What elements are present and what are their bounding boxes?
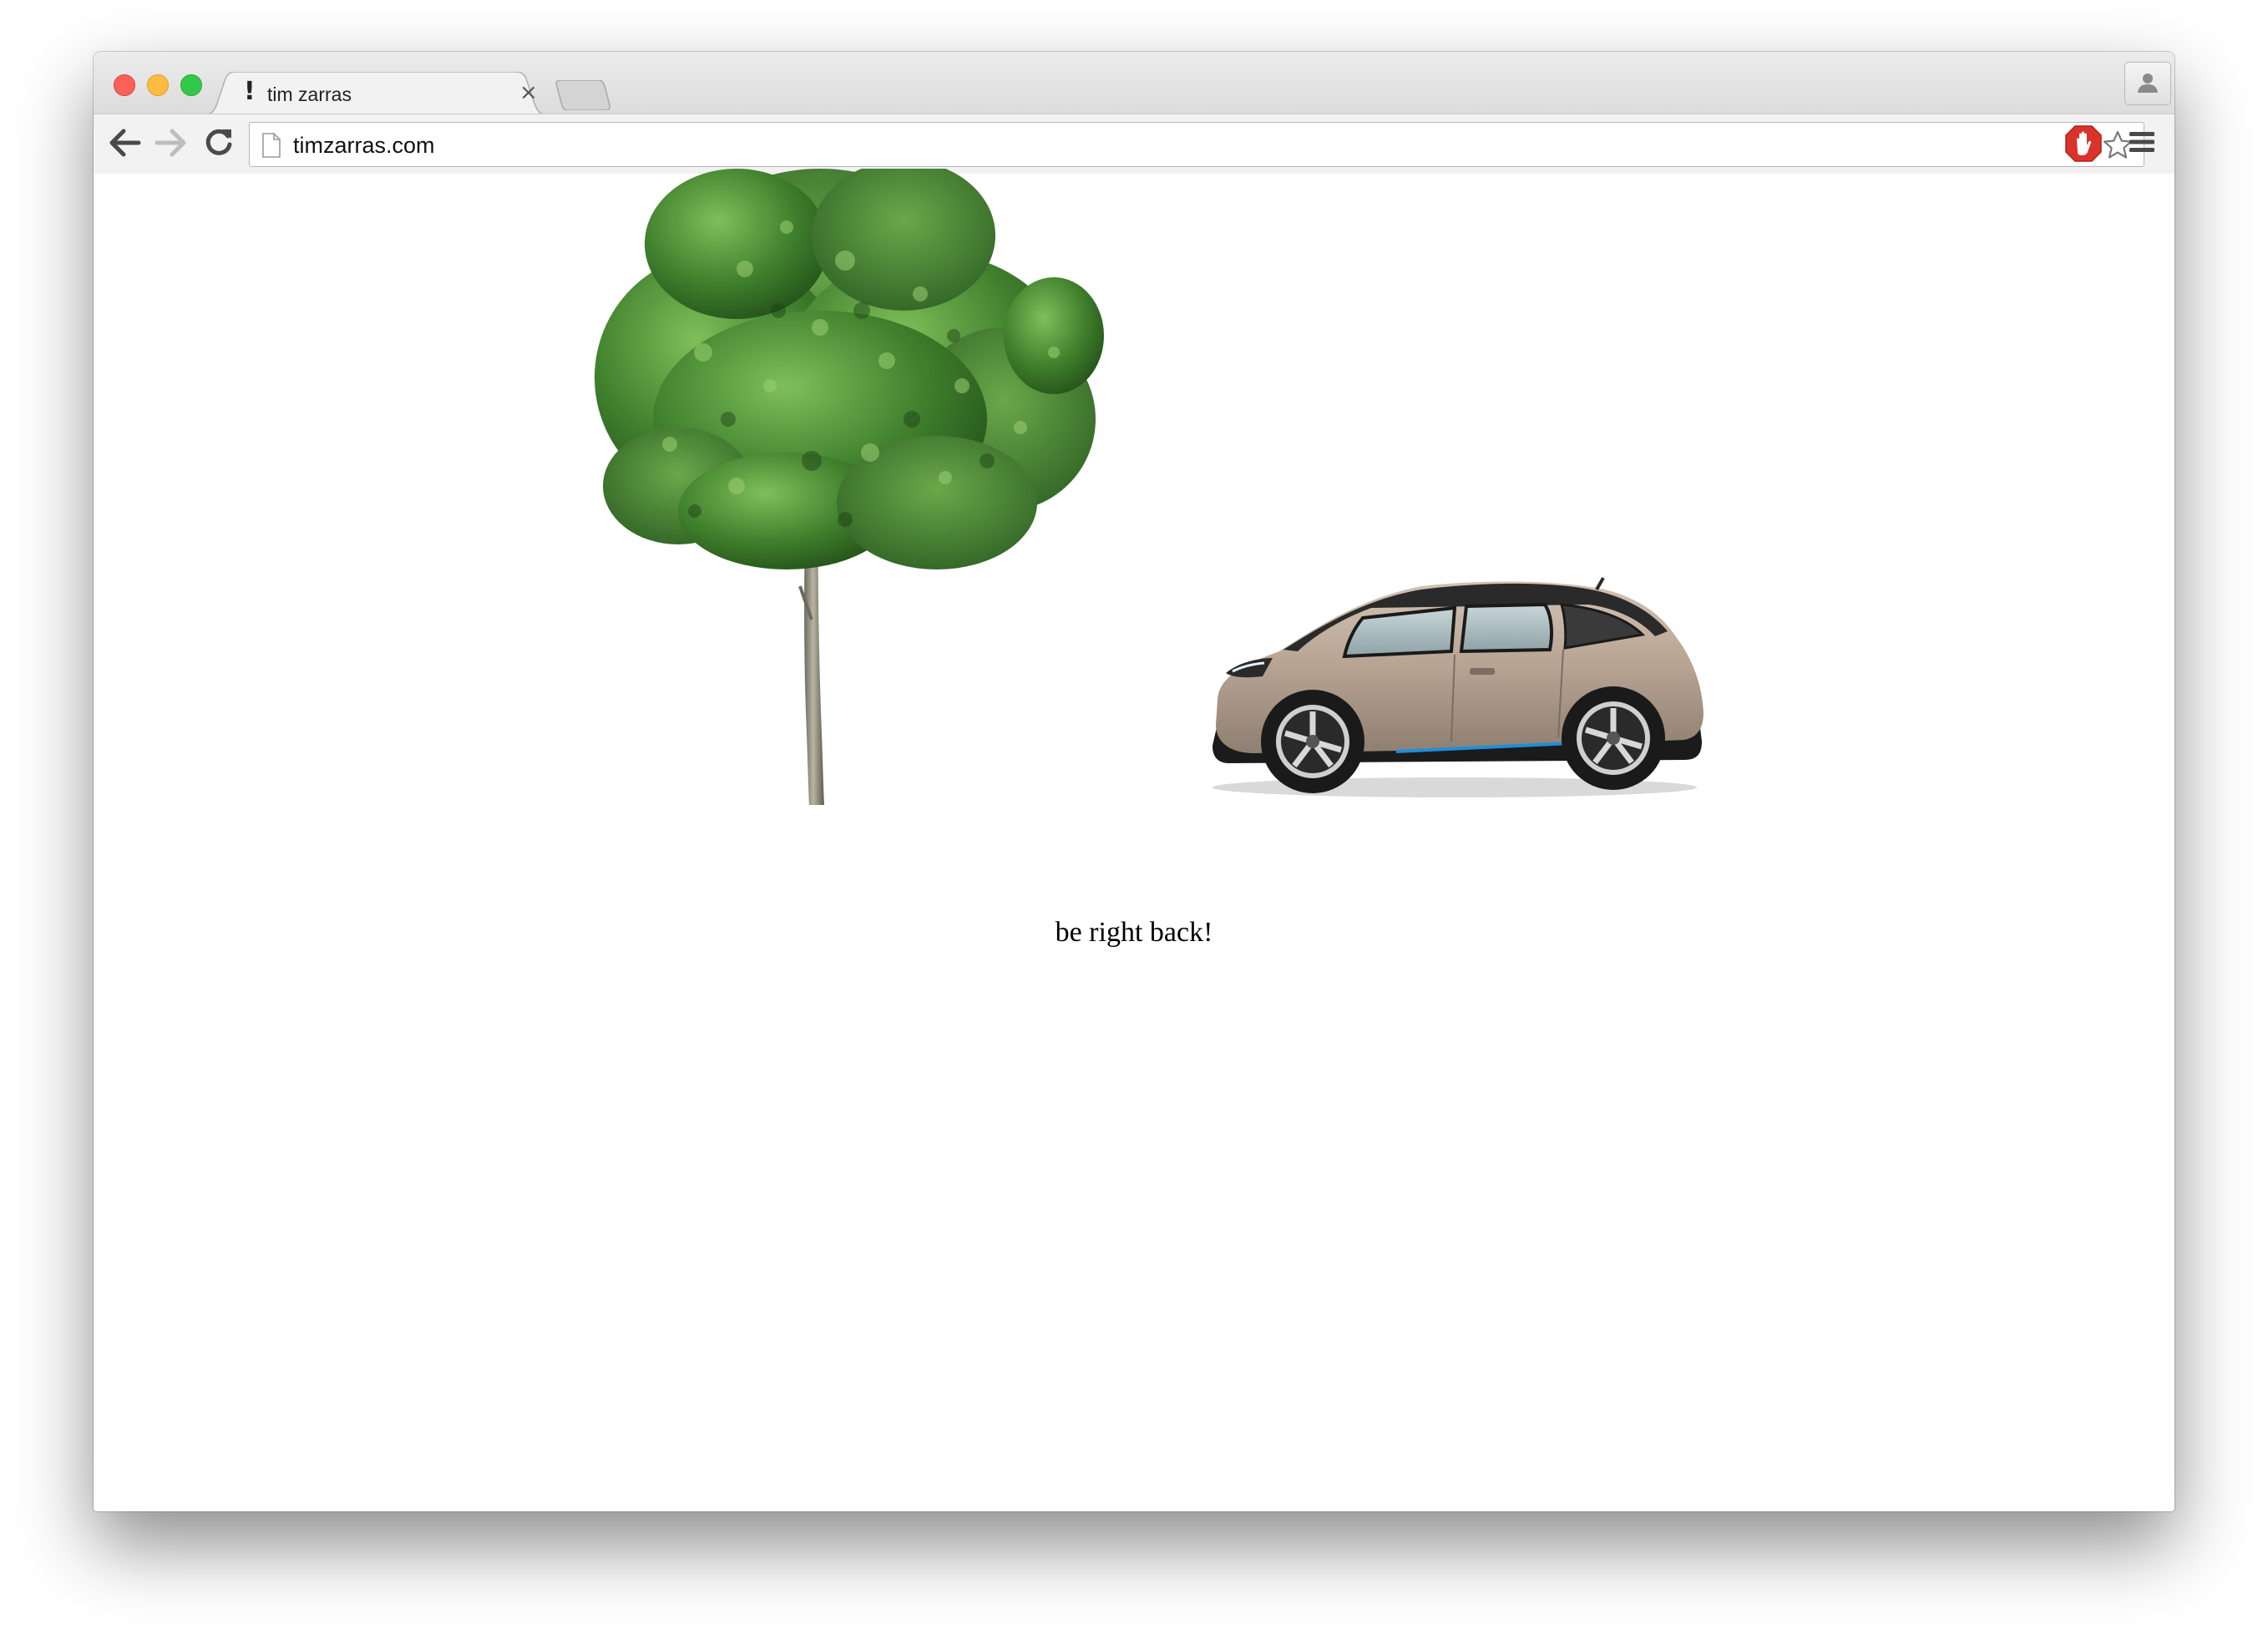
status-message: be right back! xyxy=(1055,917,1213,948)
tab-title: tim zarras xyxy=(267,84,352,105)
browser-window: ! tim zarras × timzarras.com be right ba… xyxy=(94,52,2174,1511)
page-content: be right back! xyxy=(94,169,2174,1511)
tab-active[interactable]: ! tim zarras × xyxy=(200,72,551,115)
close-window-button[interactable] xyxy=(114,74,135,96)
tab-favicon: ! xyxy=(244,77,256,106)
tab-close-icon[interactable]: × xyxy=(519,80,538,105)
front-wheel xyxy=(1261,690,1364,793)
new-tab-button[interactable] xyxy=(554,80,611,110)
url-text[interactable]: timzarras.com xyxy=(293,133,435,159)
minimize-window-button[interactable] xyxy=(147,74,169,96)
rear-wheel xyxy=(1562,686,1665,790)
address-bar[interactable]: timzarras.com xyxy=(249,122,2144,167)
reload-icon[interactable] xyxy=(202,126,235,159)
page-icon xyxy=(262,133,281,158)
tab-strip: ! tim zarras × xyxy=(94,52,2174,115)
forward-arrow-icon[interactable] xyxy=(154,126,187,159)
person-icon xyxy=(2138,73,2158,93)
back-arrow-icon[interactable] xyxy=(109,126,142,159)
zoom-window-button[interactable] xyxy=(180,74,202,96)
tree-image xyxy=(595,169,1104,805)
stop-hand-icon[interactable] xyxy=(2064,124,2103,163)
car-image xyxy=(1212,577,1704,797)
profile-button[interactable] xyxy=(2124,62,2171,105)
desktop: ! tim zarras × timzarras.com be right ba… xyxy=(0,0,2268,1645)
hamburger-menu-icon[interactable] xyxy=(2128,128,2156,156)
browser-toolbar: timzarras.com xyxy=(94,114,2174,175)
